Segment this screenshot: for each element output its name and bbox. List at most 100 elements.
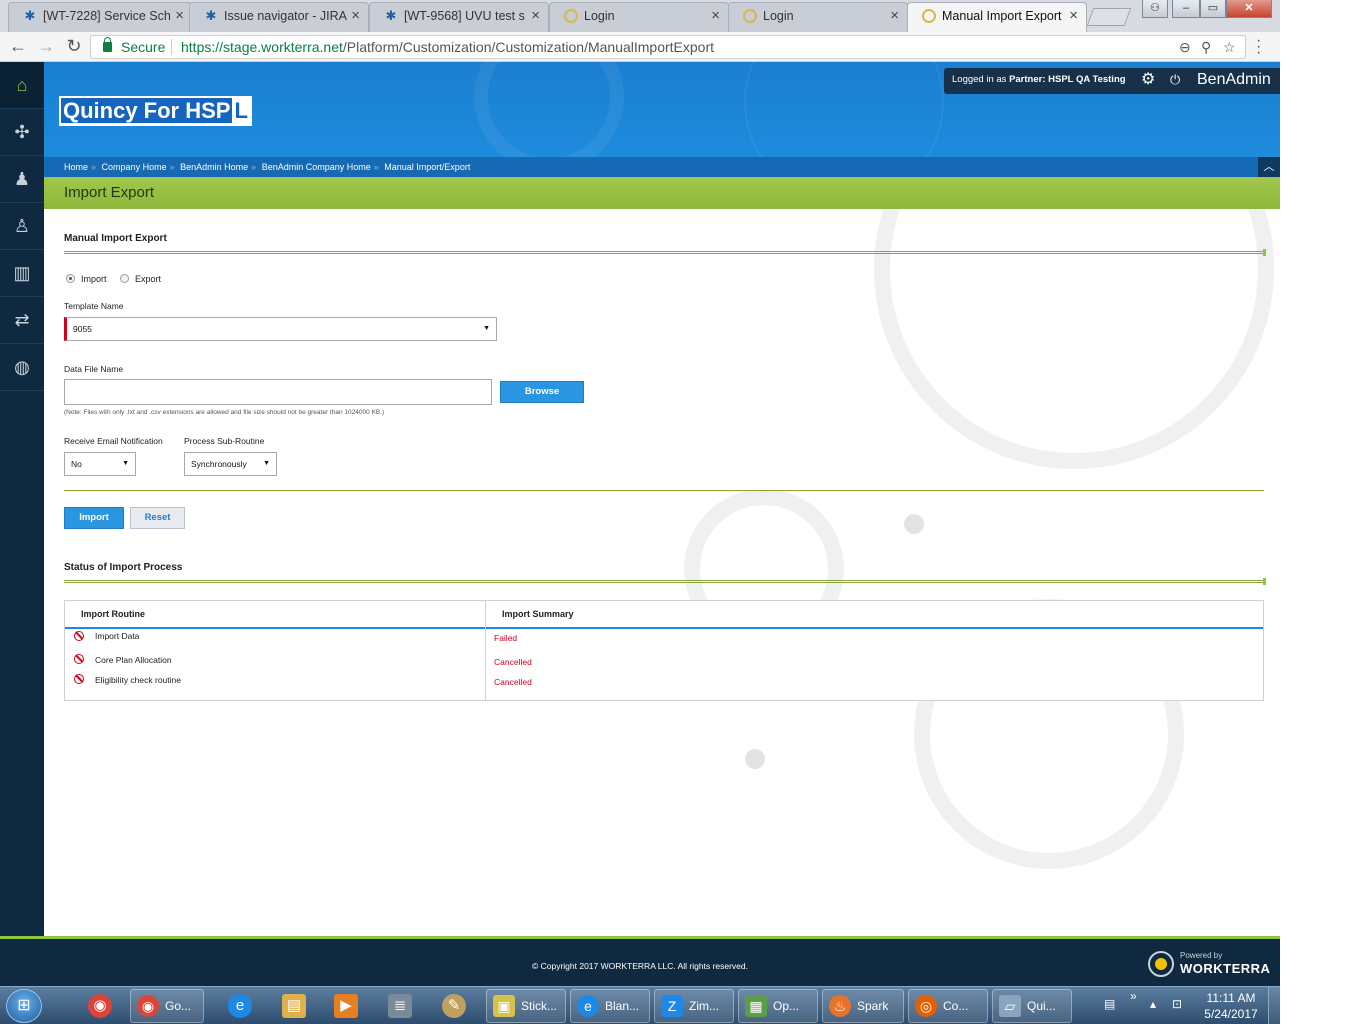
user-bar: Logged in as Partner: HSPL QA Testing ⚙ … — [944, 68, 1280, 94]
email-notification-select[interactable]: No ▼ — [64, 452, 136, 476]
maximize-button[interactable]: ▭ — [1200, 0, 1226, 18]
taskbar-item[interactable]: ▦ Op... — [738, 989, 818, 1023]
import-radio[interactable]: Import — [66, 273, 107, 285]
close-tab-icon[interactable]: × — [711, 3, 720, 29]
status-section-title: Status of Import Process — [64, 562, 183, 573]
forward-icon[interactable]: → — [36, 36, 56, 57]
paint-icon[interactable]: ✎ — [430, 989, 478, 1023]
taskbar-label: Co... — [943, 999, 969, 1013]
show-desktop-button[interactable] — [1268, 987, 1280, 1024]
breadcrumb-current: Manual Import/Export — [384, 162, 471, 172]
browser-tab[interactable]: Login × — [728, 2, 908, 32]
start-button[interactable]: ⊞ — [6, 989, 42, 1023]
bookmark-star-icon[interactable]: ☆ — [1223, 36, 1236, 58]
breadcrumb-benadmin-home[interactable]: BenAdmin Home — [180, 162, 248, 172]
bar-chart-icon[interactable]: ▥ — [0, 250, 44, 297]
media-player-icon[interactable]: ▶ — [322, 989, 370, 1023]
tray-folder-icon[interactable]: ▤ — [1104, 997, 1115, 1011]
person-icon[interactable]: ♙ — [0, 203, 44, 250]
login-icon — [922, 9, 936, 23]
chevron-up-icon[interactable]: ︿ — [1258, 157, 1280, 177]
routine-name: Core Plan Allocation — [95, 655, 172, 665]
login-icon — [564, 9, 578, 23]
chevron-right-icon[interactable]: » — [1130, 989, 1137, 1003]
explorer-icon[interactable]: ▤ — [270, 989, 318, 1023]
taskbar-item[interactable]: ◉ Go... — [130, 989, 204, 1023]
ie-icon: e — [577, 995, 599, 1017]
taskbar-item[interactable]: ▣ Stick... — [486, 989, 566, 1023]
import-button[interactable]: Import — [64, 507, 124, 529]
taskbar-label: Zim... — [689, 999, 719, 1013]
reset-button[interactable]: Reset — [130, 507, 185, 529]
browser-tab[interactable]: ✱ Issue navigator - JIRA × — [189, 2, 369, 32]
taskbar-item[interactable]: ◎ Co... — [908, 989, 988, 1023]
secure-label: Secure — [121, 39, 166, 55]
page-footer: © Copyright 2017 WORKTERRA LLC. All righ… — [0, 936, 1280, 988]
email-notification-value: No — [71, 459, 82, 469]
chrome-pinned-icon[interactable]: ◉ — [76, 989, 124, 1023]
gear-icon[interactable]: ⚙ — [1141, 68, 1155, 92]
taskbar-item[interactable]: ♨ Spark — [822, 989, 904, 1023]
divider — [171, 39, 172, 55]
menu-icon[interactable]: · · · — [1256, 33, 1261, 61]
breadcrumb-benadmin-company-home[interactable]: BenAdmin Company Home — [262, 162, 371, 172]
template-name-select[interactable]: 9055 ▼ — [64, 317, 497, 341]
user-settings-icon[interactable]: ♟ — [0, 156, 44, 203]
taskbar-label: Op... — [773, 999, 800, 1013]
browse-button[interactable]: Browse — [500, 381, 584, 403]
dropdown-arrow-icon: ▼ — [122, 460, 129, 467]
sticky-notes-icon: ▣ — [493, 995, 515, 1017]
taskbar-item[interactable]: Z Zim... — [654, 989, 734, 1023]
company-name: Quincy For HSP L — [59, 96, 252, 126]
transfer-icon[interactable]: ⇄ — [0, 297, 44, 344]
copyright-text: © Copyright 2017 WORKTERRA LLC. All righ… — [531, 961, 748, 971]
data-file-input[interactable] — [64, 379, 492, 405]
jira-icon: ✱ — [24, 8, 36, 23]
sub-routine-select[interactable]: Synchronously ▼ — [184, 452, 277, 476]
zoom-icon[interactable]: ⊖ — [1179, 36, 1191, 58]
system-clock[interactable]: 11:11 AM 5/24/2017 — [1196, 990, 1266, 1022]
home-icon[interactable]: ⌂ — [0, 62, 44, 109]
sub-routine-label: Process Sub-Routine — [184, 436, 265, 446]
watermark-decoration — [874, 209, 1274, 469]
browser-window: ✱ [WT-7228] Service Sch × ✱ Issue naviga… — [0, 0, 1280, 1024]
firefox-icon: ◎ — [915, 995, 937, 1017]
new-tab-button[interactable] — [1086, 8, 1132, 26]
export-radio[interactable]: Export — [120, 273, 161, 285]
browser-tab[interactable]: Login × — [549, 2, 729, 32]
breadcrumb-home[interactable]: Home — [64, 162, 88, 172]
puzzle-icon[interactable]: ✣ — [0, 109, 44, 156]
taskbar-item[interactable]: ▱ Qui... — [992, 989, 1072, 1023]
url-field[interactable]: Secure https://stage.workterra.net/Platf… — [90, 35, 1246, 59]
browser-tab-active[interactable]: Manual Import Export × — [907, 2, 1087, 32]
ie-pinned-icon[interactable]: e — [216, 989, 264, 1023]
back-icon[interactable]: ← — [8, 36, 28, 57]
minimize-button[interactable]: – — [1172, 0, 1200, 18]
close-tab-icon[interactable]: × — [175, 3, 184, 29]
notepad-icon[interactable]: ≣ — [376, 989, 424, 1023]
power-icon[interactable]: ⏻ — [1170, 68, 1180, 92]
reload-icon[interactable]: ↻ — [64, 36, 84, 57]
export-radio-label: Export — [135, 274, 162, 284]
breadcrumb-divider: » — [373, 162, 379, 172]
chat-icon[interactable]: ◍ — [0, 344, 44, 391]
tray-arrow-icon[interactable]: ▴ — [1150, 997, 1156, 1011]
browser-tab[interactable]: ✱ [WT-7228] Service Sch × — [8, 2, 193, 32]
breadcrumb-company-home[interactable]: Company Home — [102, 162, 167, 172]
taskbar-label: Stick... — [521, 999, 558, 1013]
close-tab-icon[interactable]: × — [351, 3, 360, 29]
taskbar-item[interactable]: e Blan... — [570, 989, 650, 1023]
close-window-button[interactable]: ✕ — [1226, 0, 1272, 18]
close-tab-icon[interactable]: × — [1069, 3, 1078, 29]
extension-icon[interactable]: ⚲ — [1201, 36, 1211, 58]
logged-in-label: Logged in as — [952, 74, 1007, 85]
network-icon[interactable]: ⊡ — [1172, 997, 1182, 1011]
close-tab-icon[interactable]: × — [890, 3, 899, 29]
close-tab-icon[interactable]: × — [531, 3, 540, 29]
breadcrumb-divider: » — [169, 162, 175, 172]
user-icon[interactable]: ⚇ — [1142, 0, 1168, 18]
jira-icon: ✱ — [205, 8, 217, 23]
zimbra-icon: Z — [661, 995, 683, 1017]
form-divider — [64, 490, 1264, 491]
browser-tab[interactable]: ✱ [WT-9568] UVU test s × — [369, 2, 549, 32]
